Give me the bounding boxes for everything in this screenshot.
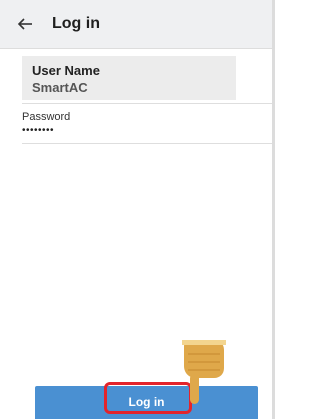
user-name-label: User Name (32, 63, 100, 78)
arrow-left-icon (17, 18, 32, 30)
password-label: Password (22, 111, 71, 123)
scroll-edge (272, 0, 275, 419)
password-field[interactable]: •••••••• (22, 125, 54, 136)
user-name-value: SmartAC (32, 80, 88, 95)
user-name-divider (22, 103, 272, 104)
password-divider (22, 143, 272, 144)
app-bar: Log in (0, 0, 275, 49)
login-screen: Log in User Name SmartAC Password ••••••… (0, 0, 275, 419)
pointing-hand-icon (174, 340, 238, 406)
user-name-field[interactable]: User Name SmartAC (22, 56, 236, 100)
page-title: Log in (52, 15, 100, 32)
back-button[interactable] (16, 14, 36, 34)
